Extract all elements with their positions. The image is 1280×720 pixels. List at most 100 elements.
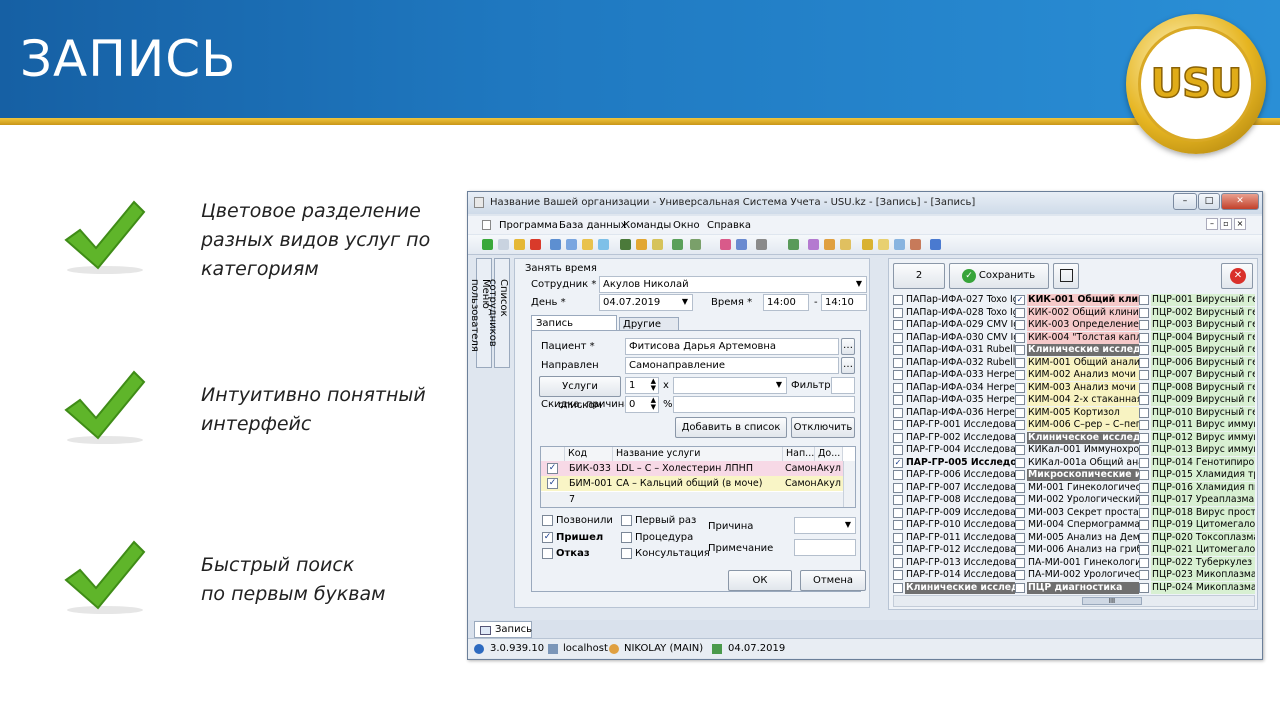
service-checkbox[interactable] xyxy=(1139,557,1149,568)
service-item[interactable]: ПАПар-ИФА-035 Herpes xyxy=(893,394,1015,407)
service-checkbox[interactable] xyxy=(893,320,903,330)
service-checkbox[interactable] xyxy=(893,507,903,518)
service-item[interactable]: ПАР-ГР-002 Исследован xyxy=(893,432,1015,445)
service-item[interactable]: МИ-005 Анализ на Демо xyxy=(1015,532,1139,545)
service-item[interactable]: ПАР-ГР-007 Исследован xyxy=(893,482,1015,495)
service-item[interactable]: ПАПар-ИФА-031 Rubella xyxy=(893,344,1015,357)
filter-icon[interactable] xyxy=(566,239,577,250)
menu-help[interactable]: Справка xyxy=(707,220,751,231)
discount-stepper[interactable]: 0 ▲ ▼ xyxy=(625,396,659,413)
grid-scrollbar[interactable] xyxy=(843,461,855,507)
exit-icon[interactable] xyxy=(910,239,921,250)
service-item[interactable]: ПАР-ГР-009 Исследован xyxy=(893,507,1015,520)
service-item[interactable]: КИК-003 Определение в xyxy=(1015,319,1139,332)
service-item[interactable]: ПЦР-004 Вирусный гепа xyxy=(1139,331,1255,345)
service-item[interactable]: ПЦР-020 Токсоплазма г xyxy=(1139,531,1255,545)
note-icon[interactable] xyxy=(840,239,851,250)
close-button[interactable]: ✕ xyxy=(1221,193,1259,210)
service-item[interactable]: ПАПар-ИФА-034 Herpes xyxy=(893,382,1015,395)
referral-browse-button[interactable]: … xyxy=(841,357,855,374)
service-checkbox[interactable] xyxy=(1139,545,1149,555)
service-checkbox[interactable] xyxy=(893,520,903,530)
service-item[interactable]: МИ-002 Урологический xyxy=(1015,494,1139,507)
report-icon[interactable] xyxy=(652,239,663,250)
search-icon[interactable] xyxy=(550,239,561,250)
mdi-restore-icon[interactable]: ▫ xyxy=(1220,218,1232,230)
menu-database[interactable]: База данных xyxy=(559,220,627,231)
service-checkbox[interactable] xyxy=(1015,457,1025,468)
service-item[interactable]: ПАПар-ИФА-033 Herpes xyxy=(893,369,1015,382)
minimize-button[interactable]: – xyxy=(1173,193,1197,210)
service-checkbox[interactable] xyxy=(1015,495,1025,505)
service-item[interactable]: ПЦР-019 Цитомегалови xyxy=(1139,519,1255,532)
service-item[interactable]: КИК-004 "Толстая капл xyxy=(1015,331,1139,345)
grid-header-code[interactable]: Код xyxy=(565,447,613,461)
service-item[interactable]: ПАПар-ИФА-030 CMV Ig xyxy=(893,332,1015,345)
service-checkbox[interactable] xyxy=(893,307,903,318)
category-header[interactable]: Микроскопические и xyxy=(1015,469,1139,482)
service-checkbox[interactable] xyxy=(1139,320,1149,330)
service-checkbox[interactable] xyxy=(1139,457,1149,468)
cancel-button[interactable]: Отмена xyxy=(800,570,866,591)
service-item[interactable]: ПАПар-ИФА-028 Toxo Ig xyxy=(893,307,1015,320)
service-item[interactable]: ПАР-ГР-013 Исследован xyxy=(893,557,1015,570)
mdi-close-icon[interactable]: × xyxy=(1234,218,1246,230)
export-icon[interactable] xyxy=(636,239,647,250)
service-checkbox[interactable]: ✓ xyxy=(1015,295,1025,305)
service-item[interactable]: ПАПар-ИФА-036 Herpes xyxy=(893,407,1015,420)
service-checkbox[interactable] xyxy=(893,370,903,380)
service-item[interactable]: МИ-006 Анализ на грибо xyxy=(1015,544,1139,557)
service-checkbox[interactable] xyxy=(893,482,903,493)
service-item[interactable]: КИКал-001а Общий ана xyxy=(1015,457,1139,470)
service-item[interactable]: ПЦР-017 Уреаплазма ур xyxy=(1139,494,1255,507)
service-checkbox[interactable] xyxy=(1139,520,1149,530)
patient-field[interactable]: Фитисова Дарья Артемовна xyxy=(625,338,839,355)
service-checkbox[interactable] xyxy=(893,332,903,343)
key-icon[interactable] xyxy=(878,239,889,250)
service-checkbox[interactable] xyxy=(893,395,903,405)
category-header[interactable]: Клиническое исслед xyxy=(1015,431,1139,445)
horizontal-scrollbar[interactable]: III xyxy=(893,595,1255,607)
service-checkbox[interactable] xyxy=(893,495,903,505)
service-item[interactable]: ✓ ПАР-ГР-005 Исследо xyxy=(893,457,1015,470)
layout-icon[interactable] xyxy=(690,239,701,250)
service-item[interactable]: ПЦР-016 Хламидия пнев xyxy=(1139,481,1255,495)
service-checkbox[interactable] xyxy=(1015,520,1025,530)
service-item[interactable]: ПЦР-009 Вирусный гепа xyxy=(1139,394,1255,407)
service-checkbox[interactable] xyxy=(1139,495,1149,505)
filter-field[interactable] xyxy=(831,377,855,394)
service-item[interactable]: ПЦР-024 Микоплазма хо xyxy=(1139,581,1255,595)
select-all-button[interactable] xyxy=(1053,263,1079,289)
star-icon[interactable] xyxy=(824,239,835,250)
tab-other[interactable]: Другие дела xyxy=(619,317,679,341)
service-checkbox[interactable] xyxy=(1139,470,1149,480)
procedure-checkbox[interactable] xyxy=(621,532,632,543)
patient-browse-button[interactable]: … xyxy=(841,338,855,355)
service-item[interactable]: ПЦР-008 Вирусный гепа xyxy=(1139,381,1255,395)
info-icon[interactable] xyxy=(930,239,941,250)
service-checkbox[interactable] xyxy=(893,295,903,305)
service-checkbox[interactable] xyxy=(1015,582,1025,593)
service-item[interactable]: ПА-МИ-001 Гинекологи xyxy=(1015,557,1139,570)
service-item[interactable]: ПЦР-005 Вирусный гепа xyxy=(1139,344,1255,357)
window-icon[interactable] xyxy=(720,239,731,250)
add-to-list-button[interactable]: Добавить в список xyxy=(675,417,787,438)
service-checkbox[interactable] xyxy=(893,557,903,568)
service-checkbox[interactable] xyxy=(1139,395,1149,405)
service-checkbox[interactable] xyxy=(1015,545,1025,555)
service-item[interactable]: ПАПар-ИФА-029 CMV Ig xyxy=(893,319,1015,332)
maximize-button[interactable]: □ xyxy=(1198,193,1220,210)
service-checkbox[interactable] xyxy=(893,357,903,368)
service-checkbox[interactable] xyxy=(1139,382,1149,393)
service-checkbox[interactable] xyxy=(893,582,903,593)
service-checkbox[interactable] xyxy=(1015,445,1025,455)
service-item[interactable]: МИ-004 Спермограмма xyxy=(1015,519,1139,532)
ok-button[interactable]: ОК xyxy=(728,570,792,591)
users-icon[interactable] xyxy=(894,239,905,250)
grid-header-name[interactable]: Название услуги xyxy=(613,447,783,461)
service-item[interactable]: КИМ-004 2-х стаканная xyxy=(1015,394,1139,407)
service-item[interactable]: ПЦР-001 Вирусный гепа xyxy=(1139,294,1255,307)
calendar-icon[interactable] xyxy=(788,239,799,250)
tools-icon[interactable] xyxy=(808,239,819,250)
service-checkbox[interactable] xyxy=(893,432,903,443)
